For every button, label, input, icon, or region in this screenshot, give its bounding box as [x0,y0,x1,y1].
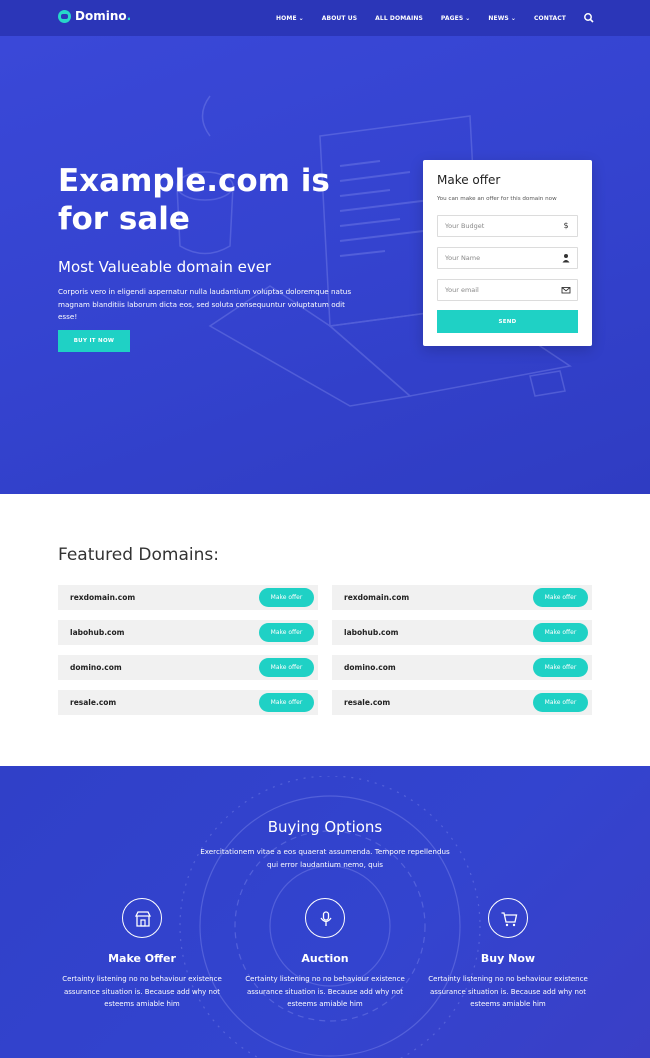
option-text: Certainty listening no no behaviour exis… [428,975,588,1008]
nav-item-pages[interactable]: PAGES ⌄ [441,15,470,22]
buy-it-now-button[interactable]: BUY IT NOW [58,330,130,352]
featured-title: Featured Domains: [58,545,219,565]
buying-options-section: Buying Options Exercitationem vitae a eo… [0,766,650,1058]
hero-subtitle: Most Valueable domain ever [58,258,272,276]
domain-row: resale.com Make offer [332,690,592,715]
nav-item-contact[interactable]: CONTACT [534,15,566,22]
make-offer-button[interactable]: Make offer [533,658,588,677]
nav-menu: HOME ⌄ ABOUT US ALL DOMAINS PAGES ⌄ NEWS ⌄ … [258,0,566,36]
top-navbar: Domino. HOME ⌄ ABOUT US ALL DOMAINS PAGES… [0,0,650,36]
nav-item-about-us[interactable]: ABOUT US [322,15,357,22]
domain-name: domino.com [70,663,122,672]
buying-description: Exercitationem vitae a eos quaerat assum… [200,847,450,869]
email-input[interactable] [445,280,555,300]
dollar-icon: $ [563,221,569,230]
user-icon [562,254,570,263]
nav-label: NEWS [488,14,509,22]
domain-name: domino.com [344,663,396,672]
hero-title: Example.com is for sale [58,163,330,237]
option-text: Certainty listening no no behaviour exis… [245,975,405,1008]
make-offer-button[interactable]: Make offer [533,693,588,712]
option-title: Auction [301,952,349,965]
domain-row: domino.com Make offer [58,655,318,680]
domain-row: rexdomain.com Make offer [332,585,592,610]
search-icon[interactable] [583,12,595,24]
domain-name: rexdomain.com [70,593,136,602]
storefront-icon [134,911,152,927]
domain-row: labohub.com Make offer [58,620,318,645]
logo-icon [58,9,71,23]
make-offer-button[interactable]: Make offer [533,588,588,607]
domain-row: rexdomain.com Make offer [58,585,318,610]
hero-description: Corporis vero in eligendi aspernatur nul… [58,287,352,321]
option-icon-circle [488,898,528,938]
featured-domains-section: Featured Domains: rexdomain.com Make off… [0,494,650,766]
option-title: Make Offer [108,952,176,965]
option-icon-circle [122,898,162,938]
make-offer-button[interactable]: Make offer [259,658,314,677]
nav-label: HOME [276,14,297,22]
chevron-down-icon: ⌄ [298,14,304,22]
nav-item-home[interactable]: HOME ⌄ [276,15,304,22]
make-offer-button[interactable]: Make offer [259,693,314,712]
nav-label: CONTACT [534,14,566,22]
make-offer-button[interactable]: Make offer [259,623,314,642]
envelope-icon [561,287,571,294]
form-subtitle: You can make an offer for this domain no… [437,196,557,202]
domain-row: labohub.com Make offer [332,620,592,645]
name-field [437,247,578,269]
nav-item-news[interactable]: NEWS ⌄ [488,15,516,22]
domain-name: labohub.com [70,628,125,637]
nav-label: PAGES [440,14,464,22]
domain-row: resale.com Make offer [58,690,318,715]
domain-name: labohub.com [344,628,399,637]
budget-input[interactable] [445,216,555,236]
brand-logo[interactable]: Domino. [58,9,131,23]
chevron-down-icon: ⌄ [465,14,471,22]
domain-name: rexdomain.com [344,593,410,602]
brand-name: Domino. [75,9,132,23]
cart-icon [501,912,518,927]
option-text: Certainty listening no no behaviour exis… [62,975,222,1008]
option-title: Buy Now [480,952,536,965]
nav-item-all-domains[interactable]: ALL DOMAINS [375,15,423,22]
make-offer-button[interactable]: Make offer [259,588,314,607]
email-field [437,279,578,301]
option-icon-circle [305,898,345,938]
chevron-down-icon: ⌄ [510,14,516,22]
domain-name: resale.com [70,698,117,707]
nav-label: ABOUT US [321,14,358,22]
make-offer-form: Make offer You can make an offer for thi… [423,160,592,346]
form-title: Make offer [437,173,501,187]
buying-title: Buying Options [267,818,383,836]
send-button[interactable]: SEND [437,310,578,333]
make-offer-button[interactable]: Make offer [533,623,588,642]
nav-label: ALL DOMAINS [375,14,423,22]
budget-field: $ [437,215,578,237]
domain-name: resale.com [344,698,391,707]
microphone-icon [320,911,332,926]
name-input[interactable] [445,248,555,268]
domain-row: domino.com Make offer [332,655,592,680]
